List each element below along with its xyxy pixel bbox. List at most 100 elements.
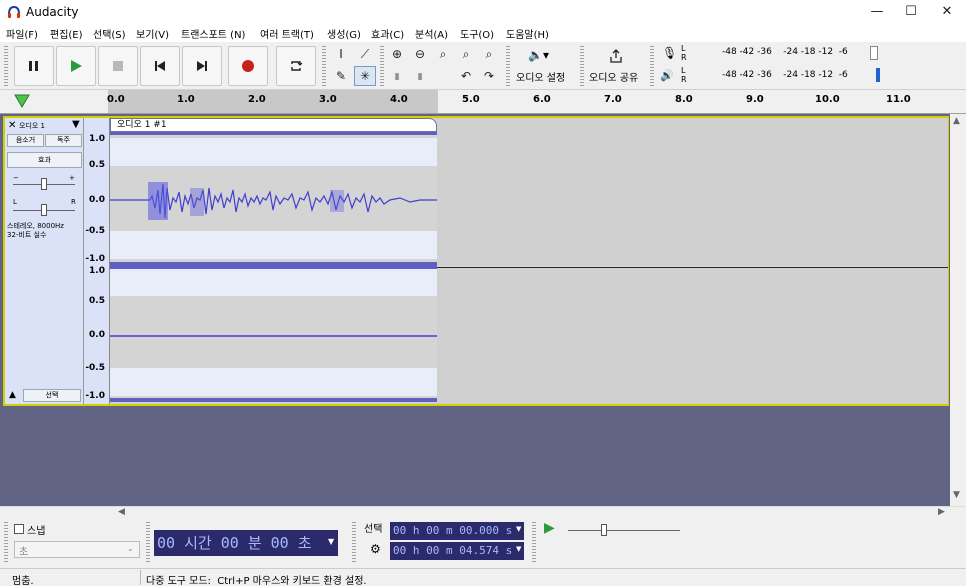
time-display[interactable]: 00 시간 00 분 00 초 ▼ <box>154 530 338 556</box>
envelope-tool-button[interactable]: ⟋ <box>354 44 376 64</box>
snap-unit-select[interactable]: 초 ⌄ <box>14 541 140 558</box>
ruler-tick-label: 0.0 <box>107 94 125 105</box>
silence-icon: ⫴ <box>418 73 422 83</box>
menu-tools[interactable]: 도구(O) <box>460 26 494 41</box>
clip-name: 오디오 1 #1 <box>117 120 167 130</box>
track-close-button[interactable]: ✕ <box>8 120 16 131</box>
fit-project-button[interactable]: ⌕ <box>455 44 477 64</box>
time-format-dropdown-icon[interactable]: ▼ <box>328 537 334 546</box>
selection-end-value: 00 h 00 m 04.574 s <box>393 544 513 557</box>
menu-generate[interactable]: 생성(G) <box>327 26 361 41</box>
toolbar-area: I ⟋ ✎ ✳ ⊕ ⊖ ⌕ ⌕ ⌕ ⫴ ⫴ ↶ ↷ 🔈▾ 오디오 설정 오디오 … <box>0 42 966 90</box>
collapse-track-icon[interactable]: ▲ <box>9 390 16 400</box>
chevron-down-icon[interactable]: ▼ <box>516 545 521 553</box>
loop-button[interactable] <box>276 46 316 86</box>
menu-analyze[interactable]: 분석(A) <box>415 26 448 41</box>
toolbar-grip[interactable] <box>650 46 654 86</box>
snap-checkbox[interactable] <box>14 524 24 534</box>
audio-setup-button[interactable]: 🔈▾ 오디오 설정 <box>514 44 574 88</box>
menu-edit[interactable]: 편집(E) <box>50 26 83 41</box>
selection-start-field[interactable]: 00 h 00 m 00.000 s ▼ <box>390 522 524 540</box>
audio-clip-waveform[interactable] <box>110 118 438 404</box>
menu-help[interactable]: 도움말(H) <box>506 26 549 41</box>
fit-project-icon: ⌕ <box>462 47 470 61</box>
close-button[interactable]: ✕ <box>930 0 964 24</box>
minimize-button[interactable]: — <box>860 0 894 24</box>
scroll-left-icon[interactable]: ◀ <box>118 507 125 517</box>
clip-title-bar[interactable]: 오디오 1 #1 <box>110 118 437 132</box>
selection-start-value: 00 h 00 m 00.000 s <box>393 524 513 537</box>
menu-effect[interactable]: 효과(C) <box>371 26 404 41</box>
toolbar-grip[interactable] <box>322 46 326 86</box>
timeline-ruler[interactable]: 0.0 1.0 2.0 3.0 4.0 5.0 6.0 7.0 8.0 9.0 … <box>0 90 966 114</box>
stop-button[interactable] <box>98 46 138 86</box>
zoom-in-button[interactable]: ⊕ <box>386 44 408 64</box>
toolbar-grip[interactable] <box>4 522 8 564</box>
pan-slider[interactable] <box>41 204 47 216</box>
draw-tool-button[interactable]: ✎ <box>330 66 352 86</box>
solo-button[interactable]: 독주 <box>45 134 82 147</box>
time-readout: 00 시간 00 분 00 초 <box>157 534 312 552</box>
scroll-up-icon[interactable]: ▲ <box>953 116 960 126</box>
playback-meter-handle[interactable] <box>876 68 880 82</box>
selection-end-field[interactable]: 00 h 00 m 04.574 s ▼ <box>390 542 524 560</box>
skip-to-start-button[interactable] <box>140 46 180 86</box>
zoom-toggle-button[interactable]: ⌕ <box>478 44 500 64</box>
track-name[interactable]: 오디오 1 <box>19 121 45 131</box>
toolbar-grip[interactable] <box>146 522 150 564</box>
speaker-icon[interactable]: 🔊 <box>660 69 674 82</box>
menu-tracks[interactable]: 여러 트랙(T) <box>260 26 314 41</box>
amplitude-scale[interactable]: 1.0 0.5 0.0 -0.5 -1.0 1.0 0.5 0.0 -0.5 -… <box>84 118 110 404</box>
zoom-out-button[interactable]: ⊖ <box>409 44 431 64</box>
playback-meter[interactable]: L R -48 -42 -36 -24 -18 -12 -6 <box>680 66 880 86</box>
play-speed-slider[interactable] <box>601 524 607 536</box>
zoom-in-icon: ⊕ <box>391 47 403 61</box>
selection-tool-button[interactable]: I <box>330 44 352 64</box>
menu-view[interactable]: 보기(V) <box>136 26 169 41</box>
menu-select[interactable]: 선택(S) <box>93 26 126 41</box>
undo-button[interactable]: ↶ <box>455 66 477 86</box>
track-menu-dropdown-icon[interactable]: ▼ <box>72 119 80 130</box>
record-button[interactable] <box>228 46 268 86</box>
speaker-dropdown-icon: 🔈▾ <box>528 48 549 62</box>
mute-button[interactable]: 음소거 <box>7 134 44 147</box>
track-select-button[interactable]: 선택 <box>23 389 81 402</box>
menu-transport[interactable]: 트랜스포트 (N) <box>181 26 245 41</box>
fit-selection-button[interactable]: ⌕ <box>432 44 454 64</box>
record-meter[interactable]: L R -48 -42 -36 -24 -18 -12 -6 <box>680 44 880 64</box>
ruler-tick-label: 9.0 <box>746 94 764 105</box>
record-meter-handle[interactable] <box>870 46 878 60</box>
multi-tool-button[interactable]: ✳ <box>354 66 376 86</box>
trim-audio-button[interactable]: ⫴ <box>386 66 408 86</box>
share-audio-button[interactable]: 오디오 공유 <box>586 44 646 88</box>
toolbar-grip[interactable] <box>380 46 384 86</box>
toolbar-grip[interactable] <box>532 522 536 564</box>
pause-button[interactable] <box>14 46 54 86</box>
toolbar-grip[interactable] <box>352 522 356 564</box>
redo-button[interactable]: ↷ <box>478 66 500 86</box>
silence-audio-button[interactable]: ⫴ <box>409 66 431 86</box>
play-button[interactable] <box>56 46 96 86</box>
gain-slider[interactable] <box>41 178 47 190</box>
toolbar-grip[interactable] <box>4 46 8 86</box>
menu-file[interactable]: 파일(F) <box>6 26 38 41</box>
ruler-tick-label: 3.0 <box>319 94 337 105</box>
zoom-toggle-icon: ⌕ <box>485 47 493 61</box>
maximize-button[interactable]: ☐ <box>894 0 928 24</box>
effects-button[interactable]: 효과 <box>7 152 82 168</box>
toolbar-grip[interactable] <box>580 46 584 86</box>
play-at-speed-icon[interactable]: ▶ <box>544 520 555 536</box>
microphone-icon[interactable]: 🎙 <box>662 46 677 60</box>
audacity-headphones-icon <box>8 5 20 18</box>
timeline-options-icon[interactable] <box>14 94 30 108</box>
skip-to-end-button[interactable] <box>182 46 222 86</box>
scroll-right-icon[interactable]: ▶ <box>938 507 945 517</box>
trim-icon: ⫴ <box>395 73 399 83</box>
selection-settings-gear-icon[interactable]: ⚙ <box>370 542 381 556</box>
scale-label: -0.5 <box>85 363 105 373</box>
scroll-down-icon[interactable]: ▼ <box>953 490 960 500</box>
toolbar-grip[interactable] <box>506 46 510 86</box>
meter-r-label: R <box>681 75 687 84</box>
chevron-down-icon[interactable]: ▼ <box>516 525 521 533</box>
vertical-scrollbar[interactable]: ▲ ▼ <box>950 114 966 518</box>
